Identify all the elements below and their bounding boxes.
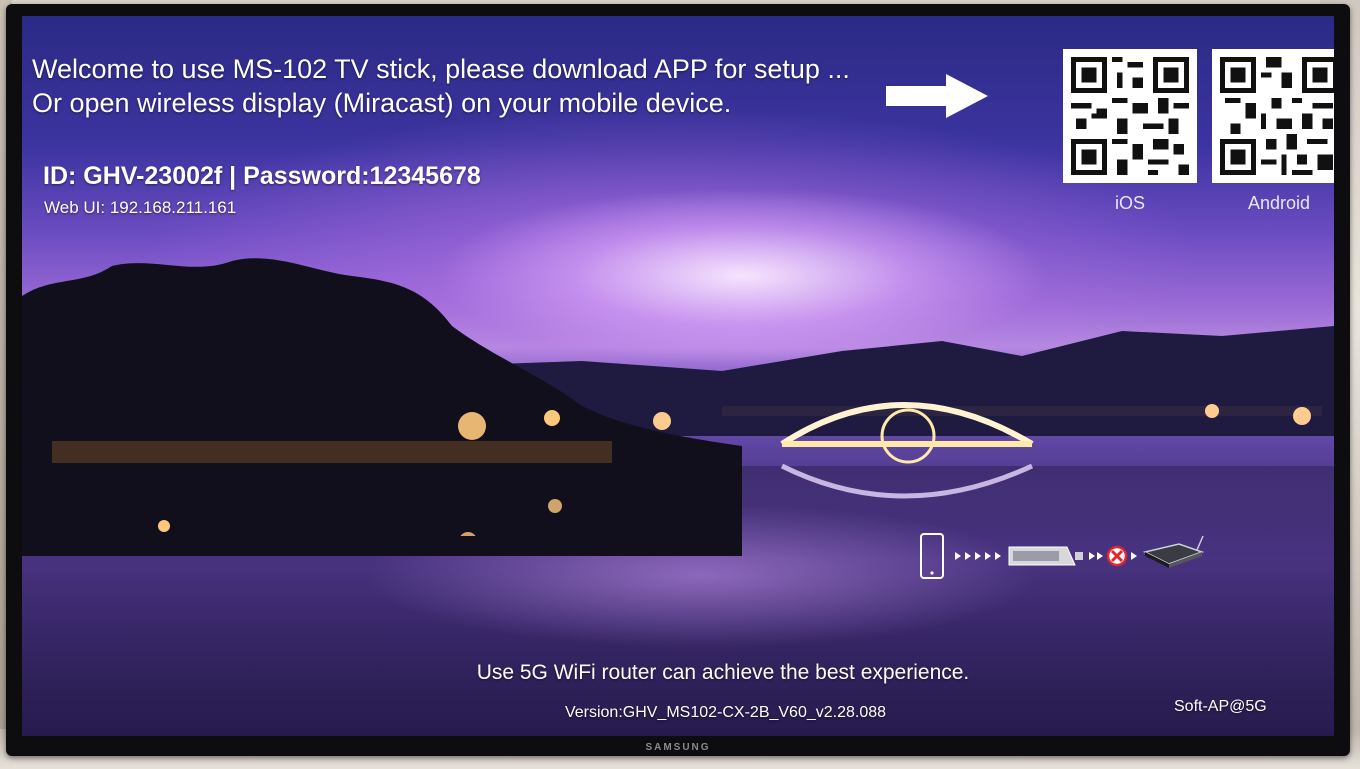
tv-stick-icon [1008, 546, 1083, 566]
tv-bezel: SAMSUNG Welcome to use MS-102 TV stick, … [6, 4, 1350, 756]
welcome-line-2: Or open wireless display (Miracast) on y… [32, 88, 732, 118]
welcome-line-1: Welcome to use MS-102 TV stick, please d… [32, 54, 850, 84]
right-arrow-icon [886, 74, 988, 118]
web-ui-address: Web UI: 192.168.211.161 [44, 198, 237, 217]
welcome-message: Welcome to use MS-102 TV stick, please d… [32, 52, 932, 120]
qr-label-android: Android [1247, 193, 1311, 213]
router-icon [1142, 535, 1205, 568]
connection-diagram [920, 533, 1205, 579]
qr-code-icon [1212, 49, 1334, 183]
arrow-chain-1 [955, 552, 1001, 560]
bridge-scene [158, 402, 1322, 536]
device-credentials: ID: GHV-23002f | Password:12345678 [43, 162, 481, 190]
wifi-hint: Use 5G WiFi router can achieve the best … [476, 661, 970, 684]
qr-code-android-block: Android [1212, 49, 1334, 214]
firmware-version: Version:GHV_MS102-CX-2B_V60_v2.28.088 [564, 704, 887, 721]
qr-label-ios: iOS [1114, 193, 1145, 213]
network-mode: Soft-AP@5G [1174, 698, 1267, 715]
qr-code-ios-block: iOS [1063, 49, 1197, 214]
tv-screen: Welcome to use MS-102 TV stick, please d… [22, 16, 1334, 736]
arrow-chain-3 [1131, 552, 1137, 560]
tv-brand-logo: SAMSUNG [645, 742, 711, 753]
smartphone-icon [920, 533, 944, 579]
qr-code-icon [1063, 49, 1197, 183]
arrow-chain-2 [1089, 552, 1103, 560]
blocked-icon [1106, 545, 1128, 567]
